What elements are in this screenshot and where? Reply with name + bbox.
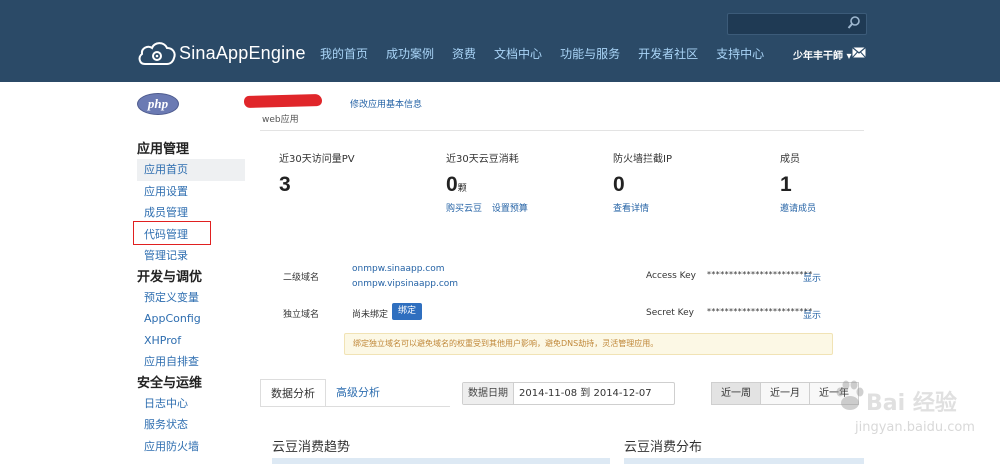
domain-link[interactable]: onmpw.vipsinaapp.com: [352, 279, 458, 289]
analysis-tabs: 数据分析 高级分析: [260, 379, 390, 407]
sidebar-item-app-settings[interactable]: 应用设置: [137, 181, 245, 203]
stat-value: 0颗: [446, 173, 467, 196]
watermark-text: Bai 经验: [866, 391, 957, 416]
nav-cases[interactable]: 成功案例: [386, 45, 434, 62]
second-level-domain-label: 二级域名: [283, 273, 320, 283]
nav-services[interactable]: 功能与服务: [560, 45, 620, 62]
sidebar-item-env-vars[interactable]: 预定义变量: [137, 287, 245, 309]
cloud-gear-icon: [138, 42, 176, 65]
sidebar-item-service-status[interactable]: 服务状态: [137, 414, 245, 436]
buy-beans-link[interactable]: 购买云豆: [446, 204, 482, 214]
show-access-key-link[interactable]: 显示: [803, 271, 821, 284]
date-range-picker[interactable]: 数据日期 2014-11-08 到 2014-12-07: [462, 382, 675, 405]
access-key-value: ************************: [707, 270, 813, 279]
edit-app-info-link[interactable]: 修改应用基本信息: [350, 97, 422, 110]
stat-firewall: 防火墙拦截IP 0 查看详情: [613, 150, 672, 214]
bean-distribution-title: 云豆消费分布: [624, 440, 703, 455]
highlight-box: [133, 221, 211, 245]
stat-value: 0: [613, 173, 625, 196]
mail-icon[interactable]: [852, 47, 866, 58]
php-logo: php: [137, 93, 179, 115]
sidebar-section-dev: 开发与调优: [137, 269, 203, 285]
watermark-url: jingyan.baidu.com: [855, 420, 975, 435]
invite-member-link[interactable]: 邀请成员: [780, 204, 816, 214]
sidebar-item-xhprof[interactable]: XHProf: [137, 330, 245, 352]
access-key-label: Access Key: [646, 271, 696, 281]
sidebar-item-firewall[interactable]: 应用防火墙: [137, 436, 245, 458]
search-icon[interactable]: [847, 15, 863, 33]
custom-domain-status: 尚未绑定: [352, 310, 389, 320]
custom-domain-label: 独立域名: [283, 310, 320, 320]
tab-advanced-analysis[interactable]: 高级分析: [326, 379, 390, 407]
bind-domain-button[interactable]: 绑定: [392, 303, 422, 320]
sidebar-section-security: 安全与运维: [137, 375, 203, 391]
stat-members: 成员 1 邀请成员: [780, 150, 823, 214]
sidebar-section-app: 应用管理: [137, 142, 190, 157]
stat-label: 近30天访问量PV: [279, 154, 355, 165]
nav-pricing[interactable]: 资费: [452, 45, 476, 62]
secret-key-value: ************************: [707, 307, 813, 316]
sidebar-item-self-check[interactable]: 应用自排查: [137, 351, 245, 373]
trend-panel: [272, 458, 610, 464]
domain-notice: 绑定独立域名可以避免域名的权重受到其他用户影响，避免DNS劫持，灵活管理应用。: [344, 333, 833, 355]
stat-pv: 近30天访问量PV 3: [279, 150, 355, 197]
user-menu[interactable]: 少年丰干師 ▾: [793, 47, 852, 62]
sidebar: 应用管理 应用首页 应用设置 成员管理 代码管理 管理记录 开发与调优 预定义变…: [137, 139, 245, 457]
app-name-redacted: [243, 93, 323, 109]
stat-label: 防火墙拦截IP: [613, 154, 672, 165]
secret-key-label: Secret Key: [646, 308, 694, 318]
view-details-link[interactable]: 查看详情: [613, 204, 649, 214]
tab-data-analysis[interactable]: 数据分析: [260, 379, 326, 407]
nav-support[interactable]: 支持中心: [716, 45, 764, 62]
baidu-watermark: Bai 经验 jingyan.baidu.com: [780, 378, 990, 458]
stat-label: 成员: [780, 154, 800, 165]
tab-underline: [260, 406, 450, 407]
bean-trend-title: 云豆消费趋势: [272, 440, 351, 455]
stat-value: 1: [780, 173, 792, 196]
distribution-panel: [624, 458, 864, 464]
domain-link[interactable]: onmpw.sinaapp.com: [352, 264, 445, 274]
show-secret-key-link[interactable]: 显示: [803, 308, 821, 321]
sidebar-item-appconfig[interactable]: AppConfig: [137, 308, 245, 330]
stat-beans: 近30天云豆消耗 0颗 购买云豆 设置预算: [446, 150, 535, 214]
date-range-input[interactable]: 2014-11-08 到 2014-12-07: [514, 383, 674, 404]
paw-icon: [836, 380, 864, 410]
top-header: SinaAppEngine 我的首页 成功案例 资费 文档中心 功能与服务 开发…: [0, 0, 1000, 82]
period-week-button[interactable]: 近一周: [711, 382, 761, 405]
sidebar-item-logs[interactable]: 管理记录: [137, 245, 245, 267]
nav-docs[interactable]: 文档中心: [494, 45, 542, 62]
app-type: web应用: [262, 115, 299, 125]
stat-value: 3: [279, 173, 291, 196]
brand-name: SinaAppEngine: [179, 42, 306, 63]
date-label: 数据日期: [463, 383, 514, 404]
nav-home[interactable]: 我的首页: [320, 45, 368, 62]
set-budget-link[interactable]: 设置预算: [492, 204, 528, 214]
divider: [260, 130, 864, 131]
brand-logo[interactable]: SinaAppEngine: [137, 38, 306, 68]
stat-label: 近30天云豆消耗: [446, 154, 519, 165]
main-nav: 我的首页 成功案例 资费 文档中心 功能与服务 开发者社区 支持中心: [320, 45, 782, 62]
nav-community[interactable]: 开发者社区: [638, 45, 698, 62]
search-input[interactable]: [727, 13, 867, 35]
sidebar-item-log-center[interactable]: 日志中心: [137, 393, 245, 415]
sidebar-item-app-home[interactable]: 应用首页: [137, 159, 245, 181]
